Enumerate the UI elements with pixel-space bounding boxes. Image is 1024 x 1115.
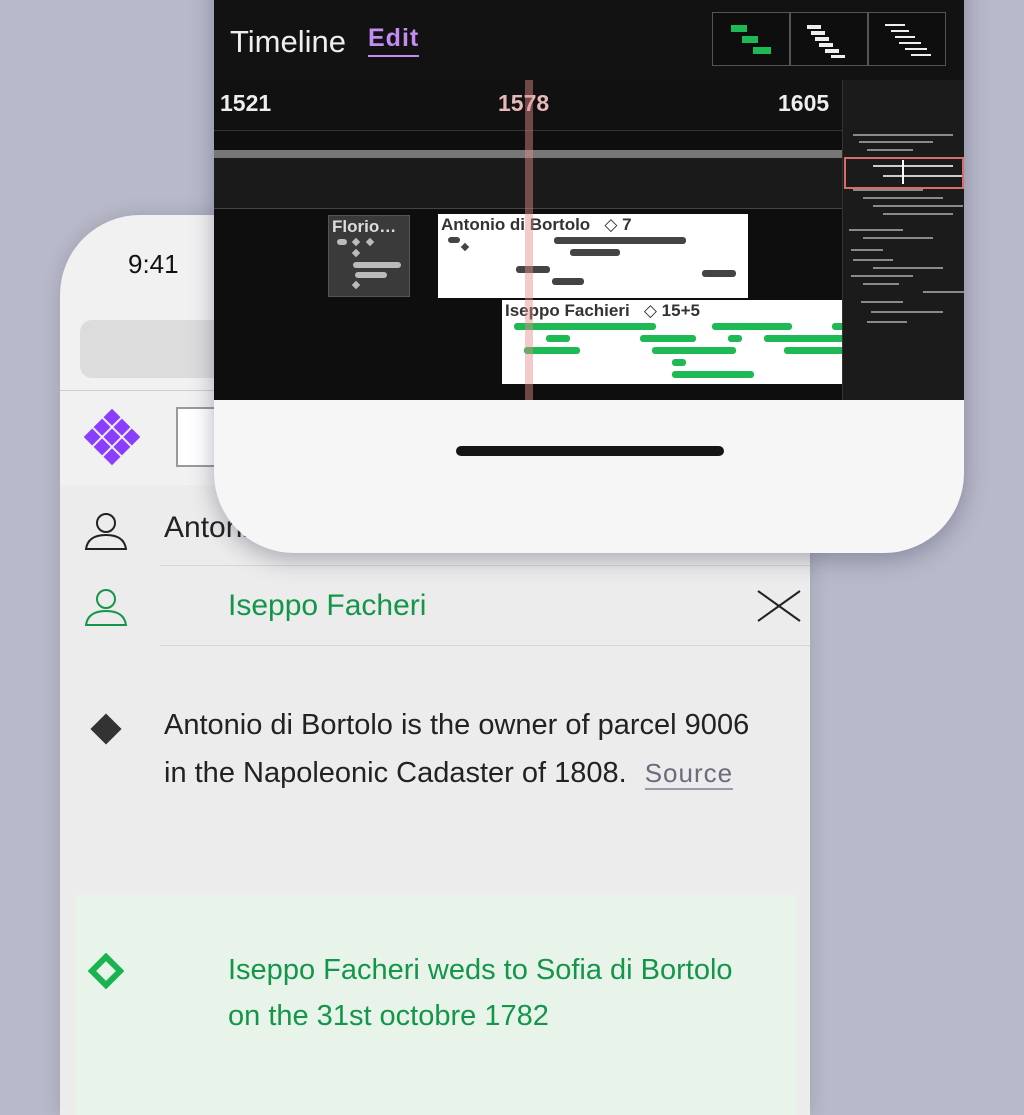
timeline-minimap[interactable]	[842, 80, 964, 400]
list-view-icon	[885, 24, 931, 56]
card-title: Iseppo Fachieri ◇ 15+5	[505, 301, 700, 320]
timeline-header: Timeline Edit	[214, 0, 964, 81]
timeline-title: Timeline	[230, 24, 346, 59]
fact-text: Antonio di Bortolo is the owner of parce…	[164, 701, 764, 797]
home-indicator[interactable]	[456, 446, 724, 456]
event-bars-icon	[337, 237, 401, 290]
event-bars-icon	[448, 237, 736, 285]
event-count-badge: ◇ 7	[604, 215, 632, 234]
gantt-view-icon	[731, 25, 771, 54]
year-label: 1521	[220, 90, 272, 116]
divider	[160, 565, 810, 566]
person-card[interactable]: Iseppo Fachieri ◇ 15+5	[502, 300, 842, 384]
timeline-panel[interactable]: Timeline Edit 1521 1578 1605 Florio… Ant…	[214, 0, 964, 400]
person-icon	[84, 589, 128, 626]
close-icon[interactable]	[756, 589, 802, 623]
source-link[interactable]: Source	[644, 758, 734, 790]
person-card[interactable]: Florio…	[328, 215, 410, 297]
view-mode-list-button[interactable]	[868, 12, 946, 66]
view-mode-gantt-button[interactable]	[712, 12, 790, 66]
card-title: Antonio di Bortolo ◇ 7	[441, 215, 632, 234]
person-icon	[84, 513, 128, 550]
event-count-badge: ◇ 15+5	[643, 301, 700, 320]
fact-diamond-icon	[90, 713, 122, 745]
app-logo-icon[interactable]	[80, 405, 144, 469]
event-bars-icon	[514, 323, 842, 378]
stack-view-icon	[807, 25, 845, 58]
person-card[interactable]: Antonio di Bortolo ◇ 7	[438, 214, 748, 298]
card-title: Florio…	[332, 217, 397, 236]
year-label: 1605	[778, 90, 830, 116]
timeline-screen: Timeline Edit 1521 1578 1605 Florio… Ant…	[214, 0, 964, 553]
current-year-cursor[interactable]	[525, 80, 533, 400]
fact-diamond-outline-icon	[88, 953, 124, 989]
fact-text: Iseppo Facheri weds to Sofia di Bortolo …	[228, 954, 733, 1032]
view-mode-stack-button[interactable]	[790, 12, 868, 66]
status-time: 9:41	[128, 249, 179, 279]
person-name[interactable]: Iseppo Facheri	[228, 589, 426, 623]
edit-button[interactable]: Edit	[368, 24, 420, 57]
divider	[160, 645, 810, 646]
year-label: 1578	[498, 90, 550, 116]
